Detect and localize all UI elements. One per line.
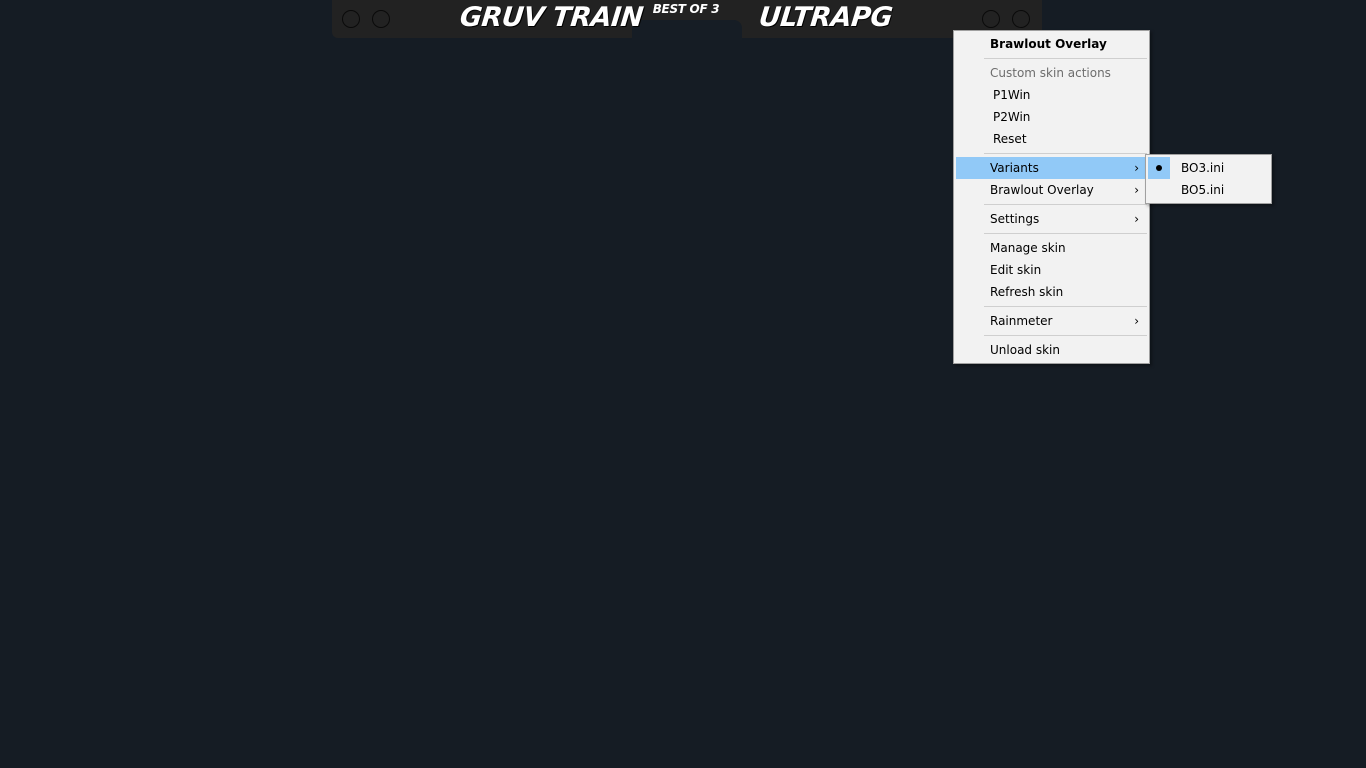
menu-separator bbox=[984, 204, 1147, 205]
variant-item-bo3[interactable]: BO3.ini bbox=[1148, 157, 1269, 179]
brawlout-overlay-bar[interactable]: Gruv Train Best of 3 UltraPG bbox=[332, 0, 1042, 40]
player1-name: Gruv Train bbox=[458, 2, 645, 33]
p2-game-win-indicator-2 bbox=[1012, 10, 1030, 28]
player2-name: UltraPG bbox=[757, 2, 894, 33]
menu-item-settings-label: Settings bbox=[990, 212, 1040, 226]
menu-item-reset[interactable]: Reset bbox=[956, 128, 1147, 150]
variant-label: BO5.ini bbox=[1181, 183, 1225, 197]
menu-item-brawlout-overlay[interactable]: Brawlout Overlay › bbox=[956, 179, 1147, 201]
menu-item-p1win[interactable]: P1Win bbox=[956, 84, 1147, 106]
menu-item-p2win[interactable]: P2Win bbox=[956, 106, 1147, 128]
menu-item-settings[interactable]: Settings › bbox=[956, 208, 1147, 230]
menu-item-refresh-skin[interactable]: Refresh skin bbox=[956, 281, 1147, 303]
menu-item-brawlout-overlay-label: Brawlout Overlay bbox=[990, 183, 1094, 197]
overlay-center-notch bbox=[632, 20, 742, 40]
p1-game-win-indicator-1 bbox=[342, 10, 360, 28]
custom-actions-header: Custom skin actions bbox=[990, 66, 1111, 80]
menu-separator bbox=[984, 335, 1147, 336]
desktop-background bbox=[0, 0, 1366, 768]
chevron-right-icon: › bbox=[1134, 183, 1139, 197]
menu-title[interactable]: Brawlout Overlay bbox=[956, 33, 1147, 55]
chevron-right-icon: › bbox=[1134, 314, 1139, 328]
best-of-label: Best of 3 bbox=[652, 2, 720, 16]
menu-item-unload-skin[interactable]: Unload skin bbox=[956, 339, 1147, 361]
p1-game-win-indicator-2 bbox=[372, 10, 390, 28]
menu-separator bbox=[984, 153, 1147, 154]
menu-item-edit-skin[interactable]: Edit skin bbox=[956, 259, 1147, 281]
menu-item-variants-label: Variants bbox=[990, 161, 1039, 175]
radio-selected-icon bbox=[1148, 157, 1170, 179]
menu-separator bbox=[984, 58, 1147, 59]
skin-context-menu: Brawlout Overlay Custom skin actions P1W… bbox=[953, 30, 1150, 364]
menu-separator bbox=[984, 306, 1147, 307]
menu-item-variants[interactable]: Variants › bbox=[956, 157, 1147, 179]
menu-separator bbox=[984, 233, 1147, 234]
chevron-right-icon: › bbox=[1134, 161, 1139, 175]
chevron-right-icon: › bbox=[1134, 212, 1139, 226]
variant-item-bo5[interactable]: BO5.ini bbox=[1148, 179, 1269, 201]
menu-item-manage-skin[interactable]: Manage skin bbox=[956, 237, 1147, 259]
menu-item-rainmeter-label: Rainmeter bbox=[990, 314, 1053, 328]
menu-item-rainmeter[interactable]: Rainmeter › bbox=[956, 310, 1147, 332]
variants-submenu: BO3.ini BO5.ini bbox=[1145, 154, 1272, 204]
p2-game-win-indicator-1 bbox=[982, 10, 1000, 28]
variant-label: BO3.ini bbox=[1181, 161, 1225, 175]
